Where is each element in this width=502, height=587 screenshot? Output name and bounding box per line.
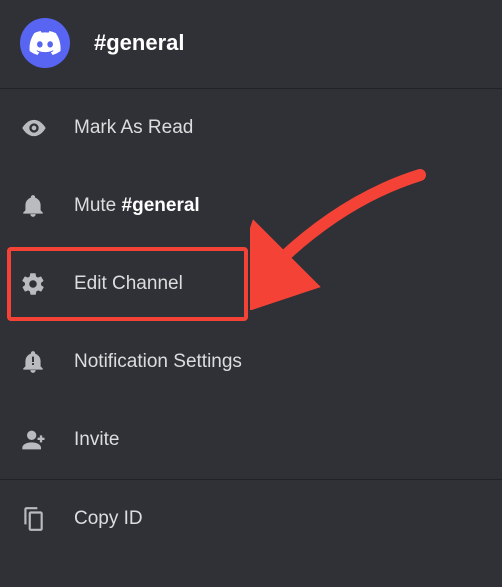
mute-channel-name: #general (122, 195, 200, 216)
context-menu: Mark As Read Mute #general Edit Channel … (0, 89, 502, 557)
discord-logo (20, 18, 70, 68)
mute-prefix: Mute (74, 195, 122, 216)
channel-title: #general (94, 30, 185, 56)
discord-icon (29, 31, 61, 55)
gear-icon (20, 271, 74, 297)
copy-id-item[interactable]: Copy ID (0, 479, 502, 557)
eye-icon (20, 114, 74, 142)
invite-item[interactable]: Invite (0, 401, 502, 479)
mark-as-read-item[interactable]: Mark As Read (0, 89, 502, 167)
edit-channel-item[interactable]: Edit Channel (0, 245, 502, 323)
notification-settings-item[interactable]: Notification Settings (0, 323, 502, 401)
copy-icon (20, 506, 74, 532)
mark-as-read-label: Mark As Read (74, 117, 193, 139)
invite-label: Invite (74, 429, 119, 451)
channel-header: #general (0, 0, 502, 89)
bell-alert-icon (20, 349, 74, 375)
edit-channel-label: Edit Channel (74, 273, 183, 295)
mute-channel-label: Mute #general (74, 195, 200, 217)
copy-id-label: Copy ID (74, 508, 143, 530)
mute-channel-item[interactable]: Mute #general (0, 167, 502, 245)
notification-settings-label: Notification Settings (74, 351, 242, 373)
person-add-icon (20, 426, 74, 454)
bell-icon (20, 193, 74, 219)
